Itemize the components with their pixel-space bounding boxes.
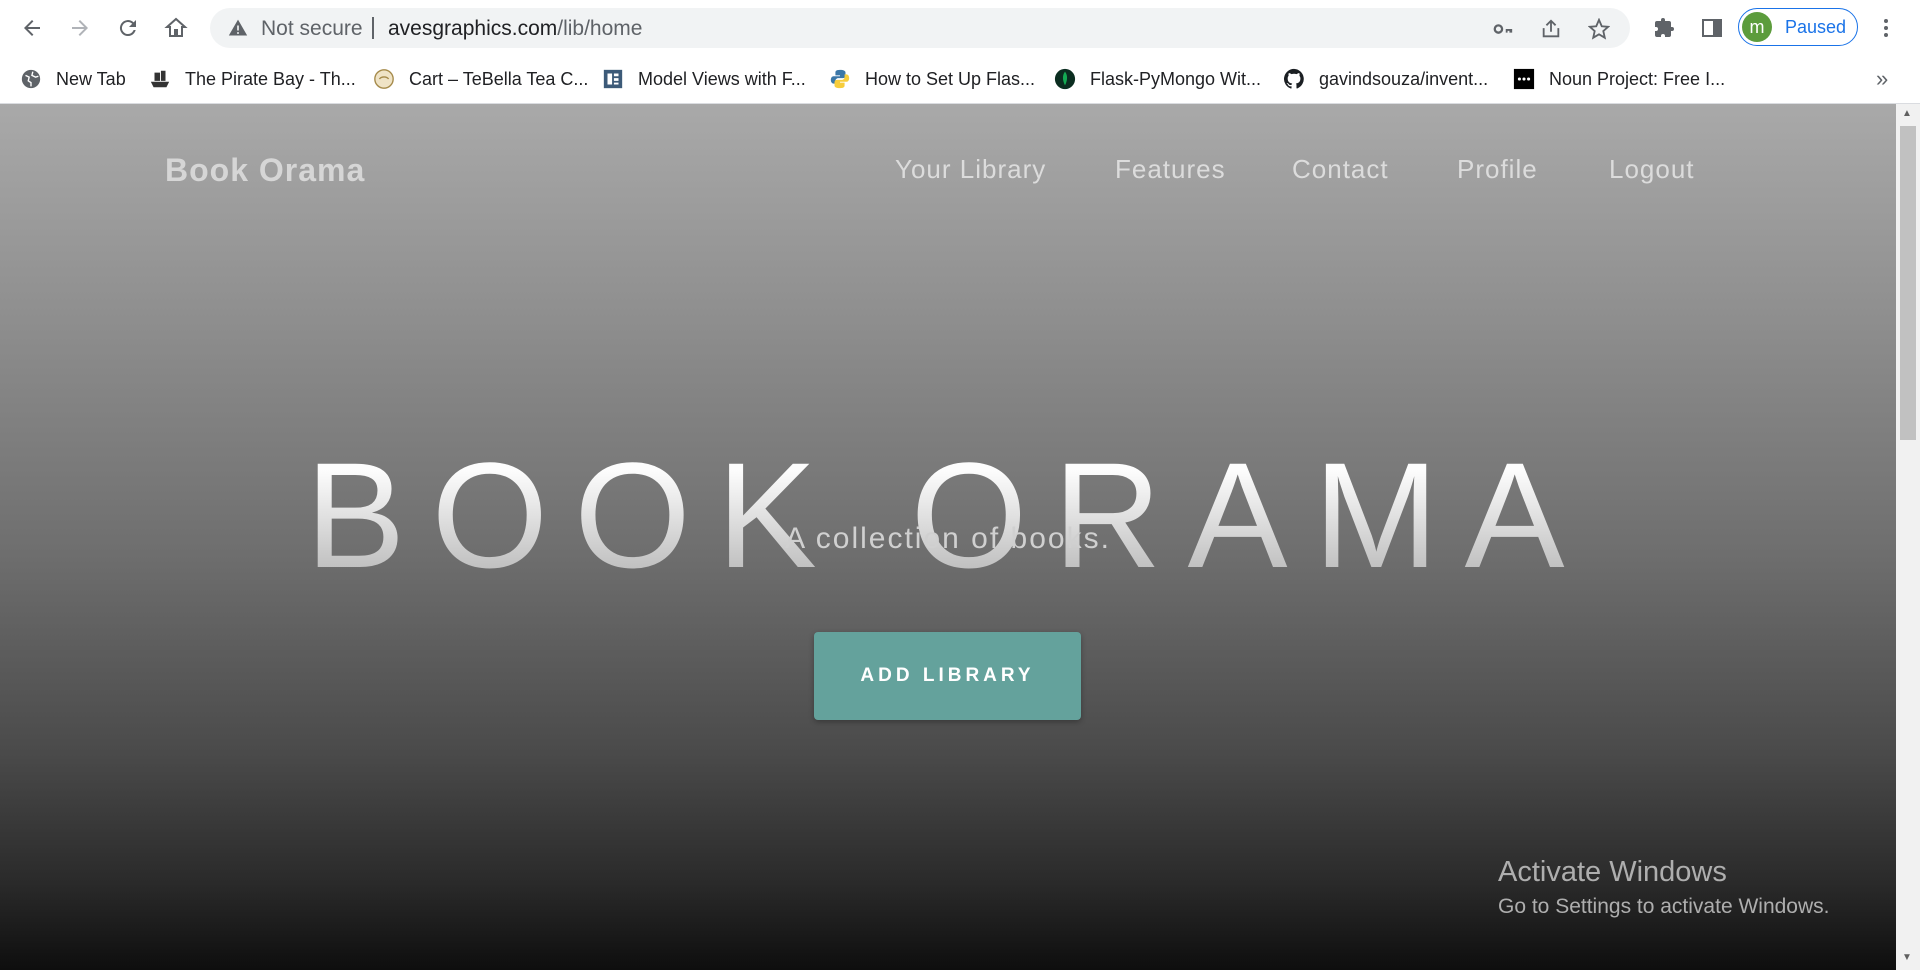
address-separator: [372, 17, 374, 39]
extensions-button[interactable]: [1644, 8, 1684, 48]
bookmark-pirate-bay[interactable]: The Pirate Bay - Th...: [149, 64, 356, 94]
share-icon[interactable]: [1540, 18, 1562, 40]
profile-status: Paused: [1785, 17, 1847, 37]
bookmark-label: The Pirate Bay - Th...: [185, 68, 356, 89]
side-panel-icon: [1702, 19, 1722, 37]
bookmarks-bar: New Tab The Pirate Bay - Th... Cart – Te…: [0, 56, 1920, 104]
bookmark-label: Noun Project: Free I...: [1549, 68, 1726, 89]
star-icon[interactable]: [1588, 18, 1610, 40]
more-bookmarks-chevron-icon[interactable]: »: [1876, 66, 1888, 92]
page-scrollbar[interactable]: ▲ ▼: [1896, 104, 1920, 970]
puzzle-icon: [1655, 18, 1674, 37]
security-status[interactable]: Not secure: [261, 17, 363, 41]
nav-features[interactable]: Features: [1115, 154, 1226, 185]
kebab-menu-icon: [1884, 19, 1888, 37]
arrow-left-icon: [24, 20, 40, 36]
key-icon[interactable]: [1492, 18, 1514, 40]
profile-button[interactable]: m Paused: [1738, 8, 1858, 46]
bookmark-label: Model Views with F...: [638, 68, 806, 89]
bookmark-tebella[interactable]: Cart – TeBella Tea C...: [373, 64, 588, 94]
bookmark-label: Cart – TeBella Tea C...: [409, 68, 589, 89]
nav-your-library[interactable]: Your Library: [895, 154, 1046, 185]
site-brand[interactable]: Book Orama: [165, 152, 365, 189]
pirate-ship-icon: [149, 68, 171, 90]
nav-logout[interactable]: Logout: [1609, 154, 1695, 185]
bookmark-noun-project[interactable]: Noun Project: Free I...: [1513, 64, 1725, 94]
warning-icon: [228, 19, 248, 36]
mongodb-leaf-icon: [1054, 68, 1076, 90]
tebella-logo-icon: [373, 68, 395, 90]
bookmark-flask-setup[interactable]: How to Set Up Flas...: [829, 64, 1035, 94]
avatar: m: [1742, 12, 1772, 42]
reload-icon: [119, 20, 136, 37]
arrow-right-icon: [72, 20, 88, 36]
hero-subtitle: A collection of books.: [785, 522, 1111, 555]
nav-contact[interactable]: Contact: [1292, 154, 1389, 185]
activate-windows-watermark: Activate Windows Go to Settings to activ…: [1498, 856, 1830, 919]
browser-toolbar: Not secure avesgraphics.com/lib/home m P…: [0, 0, 1920, 56]
hero-title: BOOK ORAMA: [0, 440, 1896, 590]
home-button[interactable]: [156, 8, 196, 48]
globe-icon: [20, 68, 42, 90]
reload-button[interactable]: [108, 8, 148, 48]
nav-profile[interactable]: Profile: [1457, 154, 1538, 185]
bookmark-label: New Tab: [56, 68, 126, 89]
back-button[interactable]: [12, 8, 52, 48]
bookmark-flask-pymongo[interactable]: Flask-PyMongo Wit...: [1054, 64, 1261, 94]
url-path: /lib/home: [557, 17, 643, 40]
bookmark-label: gavindsouza/invent...: [1319, 68, 1489, 89]
forward-button[interactable]: [60, 8, 100, 48]
address-bar[interactable]: Not secure avesgraphics.com/lib/home: [210, 8, 1630, 48]
bookmark-label: Flask-PyMongo Wit...: [1090, 68, 1262, 89]
bookmark-model-views[interactable]: Model Views with F...: [602, 64, 806, 94]
scroll-up-arrow-icon[interactable]: ▲: [1902, 108, 1912, 119]
url-text[interactable]: avesgraphics.com/lib/home: [388, 17, 642, 41]
side-panel-button[interactable]: [1692, 8, 1732, 48]
document-icon: [602, 68, 624, 90]
noun-project-icon: [1513, 68, 1535, 90]
scroll-down-arrow-icon[interactable]: ▼: [1902, 952, 1912, 963]
watermark-subtitle: Go to Settings to activate Windows.: [1498, 895, 1830, 918]
home-icon: [164, 17, 188, 37]
python-icon: [829, 68, 851, 90]
page-hero: Book Orama Your Library Features Contact…: [0, 104, 1896, 970]
add-library-button[interactable]: ADD LIBRARY: [814, 632, 1081, 720]
browser-menu-button[interactable]: [1866, 8, 1906, 48]
scroll-thumb[interactable]: [1900, 126, 1916, 440]
url-host: avesgraphics.com: [388, 17, 558, 40]
bookmark-github[interactable]: gavindsouza/invent...: [1283, 64, 1488, 94]
bookmark-label: How to Set Up Flas...: [865, 68, 1036, 89]
github-icon: [1283, 68, 1305, 90]
bookmark-new-tab[interactable]: New Tab: [20, 64, 126, 94]
watermark-title: Activate Windows: [1498, 856, 1727, 888]
